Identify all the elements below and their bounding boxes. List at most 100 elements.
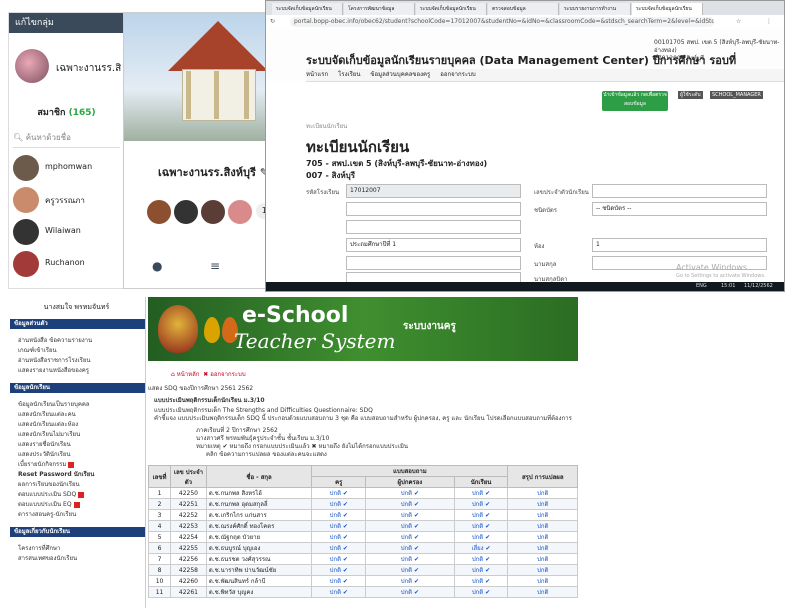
sidebar-link[interactable]: เบี้ยรายนักกิจกรรม [18, 459, 75, 469]
school-code-field[interactable]: 17012007 [346, 184, 521, 198]
sidebar-link[interactable]: ตอบแบบประเมิน EQ [18, 499, 80, 509]
browser-tab[interactable]: โครงการพัฒนาข้อมูล [344, 3, 415, 15]
post-group-title[interactable]: เฉพาะงานรร.สิงห์บุรี ✎ [158, 163, 269, 181]
teacher-assessment-link[interactable]: ปกติ ✔ [311, 487, 367, 499]
group-summary[interactable]: เฉพาะงานรร.สิ [9, 37, 124, 99]
browser-tab[interactable]: ตรวจสอบข้อมูล [488, 3, 559, 15]
student-assessment-link[interactable]: ปกติ ✔ [453, 531, 509, 543]
teacher-assessment-link[interactable]: ปกติ ✔ [311, 586, 367, 598]
browser-tab[interactable]: ระบบจัดเก็บข้อมูลนักเรียน [272, 3, 343, 15]
member-row[interactable]: mphomwan [9, 153, 124, 183]
student-assessment-link[interactable]: ปกติ ✔ [453, 575, 509, 587]
teacher-assessment-link[interactable]: ปกติ ✔ [311, 498, 367, 510]
sidebar-link[interactable]: แสดงรายชื่อนักเรียน [18, 439, 71, 449]
sidebar-link[interactable]: ตารางสอนครู-นักเรียน [18, 509, 76, 519]
browser-tab[interactable]: ระบบรายงานการทำงาน [560, 3, 631, 15]
sidebar-link[interactable]: อ่านหนังสือราชการโรงเรียน [18, 355, 90, 365]
taskbar-date[interactable]: 11/12/2562 [744, 282, 773, 291]
card-type-label: ชนิดบัตร [534, 207, 557, 214]
sidebar-link[interactable]: ข้อมูลนักเรียนเป็นรายบุคคล [18, 399, 90, 409]
parent-assessment-link[interactable]: ปกติ ✔ [365, 531, 455, 543]
student-assessment-link[interactable]: ปกติ ✔ [453, 487, 509, 499]
member-search-input[interactable]: 🔍︎ ค้นหาด้วยชื่อ [13, 129, 120, 148]
sidebar-link[interactable]: แสดงนักเรียนแต่ละคน [18, 409, 76, 419]
result-link[interactable]: ปกติ [507, 586, 578, 598]
chat-icon[interactable]: ● [152, 259, 170, 275]
member-row[interactable]: ครูวรรณภา [9, 185, 124, 215]
breadcrumb[interactable]: ทะเบียนนักเรียน [306, 121, 347, 131]
result-link[interactable]: ปกติ [507, 531, 578, 543]
browser-tab[interactable]: ระบบจัดเก็บข้อมูลนักเรียน [632, 3, 703, 15]
card-type-select[interactable]: -- ชนิดบัตร -- [592, 202, 767, 216]
browser-tab[interactable]: ระบบจัดเก็บข้อมูลนักเรียน [416, 3, 487, 15]
dmc-menu-item[interactable]: ออกจากระบบ [440, 71, 475, 78]
parent-assessment-link[interactable]: ปกติ ✔ [365, 509, 455, 521]
result-link[interactable]: ปกติ [507, 575, 578, 587]
parent-assessment-link[interactable]: ปกติ ✔ [365, 575, 455, 587]
sidebar-link[interactable]: ตอบแบบประเมิน SDQ [18, 489, 85, 499]
parent-assessment-link[interactable]: ปกติ ✔ [365, 520, 455, 532]
nav-logout-link[interactable]: ออกจากระบบ [210, 371, 245, 378]
sidebar-link[interactable]: แสดงนักเรียนไม่มาเรียน [18, 429, 80, 439]
sidebar-link[interactable]: อ่านหนังสือ ข้อความรายงาน [18, 335, 92, 345]
member-row[interactable]: Wilaiwan [9, 217, 124, 247]
reload-icon[interactable]: ↻ [270, 15, 275, 29]
firstname-field[interactable] [346, 256, 521, 270]
nav-home-link[interactable]: หน้าหลัก [177, 371, 200, 378]
notes-icon[interactable]: ≡ [210, 259, 228, 275]
parent-assessment-link[interactable]: ปกติ ✔ [365, 564, 455, 576]
student-assessment-link[interactable]: ปกติ ✔ [453, 586, 509, 598]
student-assessment-link[interactable]: ปกติ ✔ [453, 564, 509, 576]
check-data-button[interactable]: นำเข้าข้อมูลแล้ว กดเพื่อตรวจสอบข้อมูล [602, 91, 668, 111]
url-field[interactable]: portal.bopp-obec.info/obec62/student?sch… [290, 17, 714, 27]
taskbar-language[interactable]: ENG [696, 282, 707, 291]
sidebar-link[interactable]: สารสนเทศของนักเรียน [18, 553, 77, 563]
level-select[interactable]: ประถมศึกษาปีที่ 1 [346, 238, 521, 252]
home-icon[interactable]: ⌂ [171, 371, 175, 378]
parent-assessment-link[interactable]: ปกติ ✔ [365, 542, 455, 554]
parent-assessment-link[interactable]: ปกติ ✔ [365, 498, 455, 510]
student-assessment-link[interactable]: ปกติ ✔ [453, 498, 509, 510]
sidebar-link[interactable]: โครงการที่ศึกษา [18, 543, 60, 553]
parent-assessment-link[interactable]: ปกติ ✔ [365, 487, 455, 499]
id-number-field[interactable] [346, 202, 521, 216]
row-number: 10 [147, 575, 172, 587]
teacher-assessment-link[interactable]: ปกติ ✔ [311, 520, 367, 532]
teacher-assessment-link[interactable]: ปกติ ✔ [311, 553, 367, 565]
dmc-menu-item[interactable]: หน้าแรก [306, 71, 328, 78]
sidebar-link[interactable]: แสดงประวัตินักเรียน [18, 449, 71, 459]
student-assessment-link[interactable]: ปกติ ✔ [453, 520, 509, 532]
member-row[interactable]: Ruchanon [9, 249, 124, 279]
student-id-field[interactable] [592, 184, 767, 198]
sidebar-link[interactable]: แสดงรายงานหนังสือของครู [18, 365, 89, 375]
teacher-assessment-link[interactable]: ปกติ ✔ [311, 564, 367, 576]
logout-icon[interactable]: ✖ [203, 371, 208, 378]
menu-icon[interactable]: ⋮ [766, 15, 772, 29]
dmc-menu-item[interactable]: โรงเรียน [338, 71, 360, 78]
student-assessment-link[interactable]: เสี่ยง ✔ [453, 542, 509, 554]
teacher-assessment-link[interactable]: ปกติ ✔ [311, 575, 367, 587]
teacher-assessment-link[interactable]: ปกติ ✔ [311, 509, 367, 521]
student-assessment-link[interactable]: ปกติ ✔ [453, 509, 509, 521]
result-link[interactable]: ปกติ [507, 520, 578, 532]
name-field[interactable] [346, 220, 521, 234]
result-link[interactable]: ปกติ [507, 564, 578, 576]
result-link[interactable]: ปกติ [507, 487, 578, 499]
sidebar-link[interactable]: เกณฑ์เข้าเรียน [18, 345, 57, 355]
student-assessment-link[interactable]: ปกติ ✔ [453, 553, 509, 565]
result-link[interactable]: ปกติ [507, 498, 578, 510]
star-icon[interactable]: ☆ [736, 15, 741, 29]
result-link[interactable]: ปกติ [507, 553, 578, 565]
sidebar-link[interactable]: แสดงนักเรียนแต่ละห้อง [18, 419, 78, 429]
teacher-assessment-link[interactable]: ปกติ ✔ [311, 542, 367, 554]
parent-assessment-link[interactable]: ปกติ ✔ [365, 586, 455, 598]
result-link[interactable]: ปกติ [507, 542, 578, 554]
result-link[interactable]: ปกติ [507, 509, 578, 521]
sidebar-link[interactable]: Reset Password นักเรียน [18, 469, 94, 479]
sidebar-link[interactable]: ผลการเรียนของนักเรียน [18, 479, 80, 489]
room-field[interactable]: 1 [592, 238, 767, 252]
taskbar-time[interactable]: 15:01 [721, 282, 735, 291]
teacher-assessment-link[interactable]: ปกติ ✔ [311, 531, 367, 543]
parent-assessment-link[interactable]: ปกติ ✔ [365, 553, 455, 565]
dmc-menu-item[interactable]: ข้อมูลส่วนบุคคลของครู [370, 71, 430, 78]
